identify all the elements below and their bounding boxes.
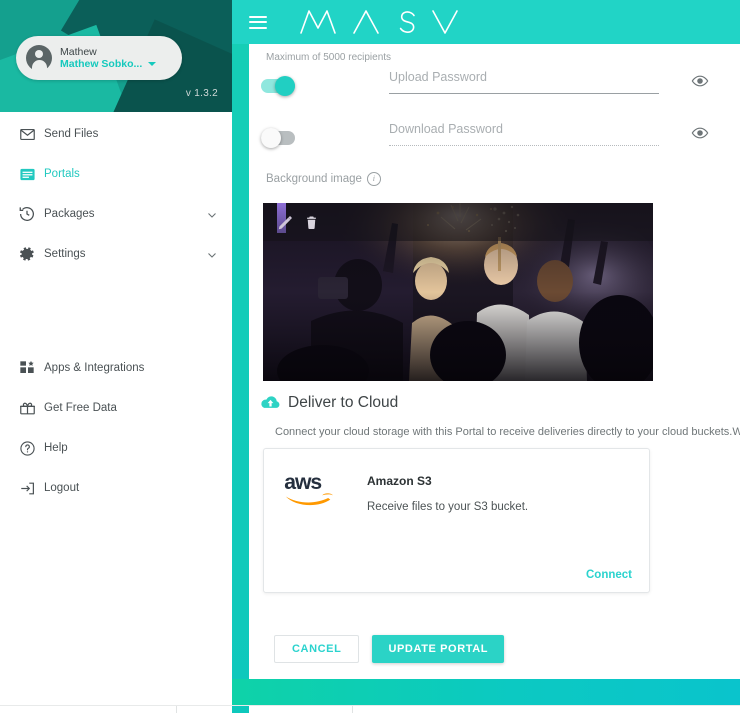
- background-image-preview[interactable]: [263, 203, 653, 381]
- eye-icon[interactable]: [691, 72, 709, 90]
- pencil-icon[interactable]: [277, 215, 293, 231]
- user-name: Mathew: [60, 45, 97, 58]
- gear-icon: [10, 245, 44, 263]
- cloud-provider-card-amazon-s3[interactable]: aws Amazon S3 Receive files to your S3 b…: [263, 448, 650, 593]
- accent-strip: [232, 0, 249, 713]
- sidebar-item-portals[interactable]: Portals: [0, 154, 232, 194]
- trash-icon[interactable]: [304, 214, 319, 231]
- field-underline: [389, 145, 659, 146]
- masv-logo: [297, 6, 472, 38]
- sidebar-item-packages[interactable]: Packages: [0, 194, 232, 234]
- sidebar-item-label: Send Files: [44, 128, 99, 140]
- provider-description: Receive files to your S3 bucket.: [367, 501, 529, 513]
- user-account-label: Mathew Sobko...: [60, 58, 143, 70]
- topbar: [232, 0, 740, 44]
- app-window: Mathew Mathew Sobko... v 1.3.2 Send File…: [0, 0, 740, 713]
- cloud-upload-icon: [260, 395, 281, 411]
- background-image-label-row: Background image i: [266, 172, 381, 186]
- user-account-chip[interactable]: Mathew Mathew Sobko...: [16, 36, 182, 80]
- chevron-down-icon[interactable]: [206, 208, 218, 220]
- download-password-label: Download Password: [389, 122, 503, 136]
- sidebar-item-label: Logout: [44, 482, 80, 494]
- question-circle-icon: [10, 440, 44, 457]
- toggle-knob: [275, 76, 295, 96]
- ruler-tick: [352, 706, 353, 713]
- download-password-row: Download Password: [249, 122, 740, 164]
- portal-window-icon: [10, 166, 44, 183]
- bottom-accent-band: [232, 679, 740, 705]
- form-actions: CANCEL UPDATE PORTAL: [274, 635, 505, 663]
- envelope-icon: [10, 126, 44, 143]
- sidebar-primary-nav: Send Files Portals Packages Settings: [0, 114, 232, 274]
- update-portal-button[interactable]: UPDATE PORTAL: [372, 635, 505, 663]
- info-icon[interactable]: i: [366, 172, 381, 186]
- toggle-knob: [261, 128, 281, 148]
- logout-arrow-icon: [10, 480, 44, 497]
- max-recipients-hint: Maximum of 5000 recipients: [266, 52, 392, 63]
- user-text-block: Mathew Mathew Sobko...: [60, 45, 157, 70]
- sidebar-item-settings[interactable]: Settings: [0, 234, 232, 274]
- download-password-field[interactable]: Download Password: [389, 122, 709, 146]
- aws-logo: aws: [284, 470, 348, 506]
- chevron-down-icon[interactable]: [206, 248, 218, 260]
- sidebar-item-label: Portals: [44, 168, 80, 180]
- deliver-to-cloud-description: Connect your cloud storage with this Por…: [275, 426, 740, 438]
- deliver-to-cloud-header: Deliver to Cloud: [260, 394, 398, 412]
- upload-password-field[interactable]: Upload Password: [389, 70, 709, 94]
- download-password-toggle[interactable]: [261, 128, 295, 148]
- sidebar-item-help[interactable]: Help: [0, 428, 232, 468]
- history-clock-icon: [10, 205, 44, 223]
- upload-password-toggle[interactable]: [261, 76, 295, 96]
- hamburger-icon[interactable]: [249, 15, 267, 29]
- user-account-row[interactable]: Mathew Sobko...: [60, 58, 157, 70]
- sidebar: Mathew Mathew Sobko... v 1.3.2 Send File…: [0, 0, 232, 713]
- connect-button[interactable]: Connect: [586, 569, 632, 581]
- app-version-label: v 1.3.2: [185, 88, 218, 99]
- gift-box-icon: [10, 400, 44, 417]
- sidebar-item-label: Packages: [44, 208, 95, 220]
- background-image-label: Background image: [266, 173, 362, 185]
- sidebar-item-get-free-data[interactable]: Get Free Data: [0, 388, 232, 428]
- portal-settings-panel: Maximum of 5000 recipients Upload Passwo…: [249, 44, 740, 679]
- ruler-tick: [176, 706, 177, 713]
- sidebar-item-label: Help: [44, 442, 68, 454]
- image-action-overlay: [263, 203, 653, 241]
- cancel-button[interactable]: CANCEL: [274, 635, 360, 663]
- deliver-to-cloud-title: Deliver to Cloud: [288, 394, 399, 411]
- sidebar-item-label: Get Free Data: [44, 402, 117, 414]
- sidebar-item-send-files[interactable]: Send Files: [0, 114, 232, 154]
- sidebar-secondary-nav: Apps & Integrations Get Free Data Help L…: [0, 348, 232, 508]
- upload-password-row: Upload Password: [249, 70, 740, 112]
- upload-password-label: Upload Password: [389, 70, 487, 84]
- sidebar-item-logout[interactable]: Logout: [0, 468, 232, 508]
- field-underline: [389, 93, 659, 94]
- sidebar-item-apps-integrations[interactable]: Apps & Integrations: [0, 348, 232, 388]
- svg-text:aws: aws: [284, 471, 321, 494]
- provider-name: Amazon S3: [367, 474, 432, 488]
- bottom-divider: [0, 705, 740, 706]
- avatar: [26, 45, 52, 71]
- sidebar-item-label: Apps & Integrations: [44, 362, 145, 374]
- grid-apps-icon: [10, 360, 44, 376]
- chevron-down-icon: [148, 62, 157, 67]
- sidebar-hero-banner: Mathew Mathew Sobko... v 1.3.2: [0, 0, 232, 112]
- eye-icon[interactable]: [691, 124, 709, 142]
- sidebar-item-label: Settings: [44, 248, 86, 260]
